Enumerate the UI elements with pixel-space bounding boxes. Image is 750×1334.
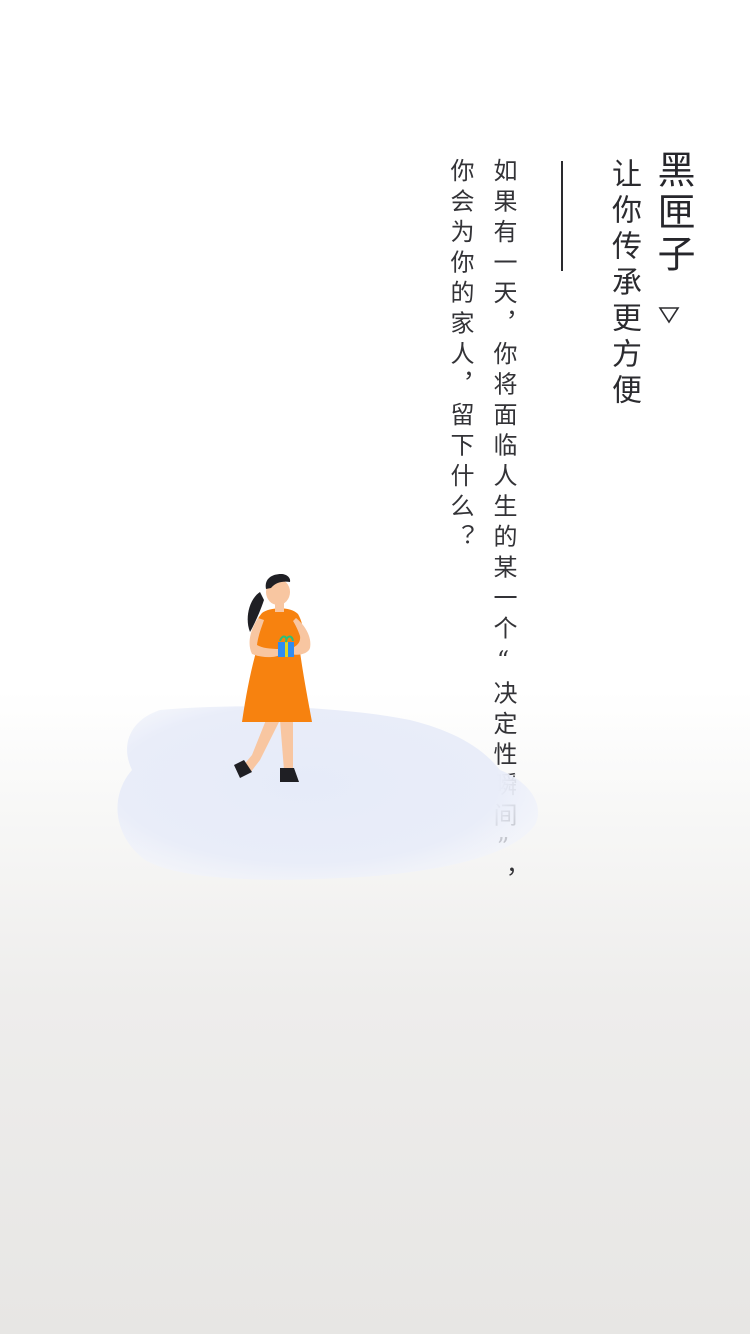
divider-line [561,161,563,271]
slogan: 让你传承更方便 [606,158,641,410]
gift-ribbon-vertical [285,642,288,657]
intro-line-2: 你会为你的家人，留下什么？ [446,158,474,555]
triangle-down-icon [658,307,680,324]
brand-title: 黑匣子 [651,150,695,276]
woman-holding-gift-illustration [117,574,539,880]
ground-shape [117,706,539,880]
splash-screen: 黑匣子 让你传承更方便 如果有一天，你将面临人生的某一个“决定性瞬间”， 你会为… [0,0,750,1334]
